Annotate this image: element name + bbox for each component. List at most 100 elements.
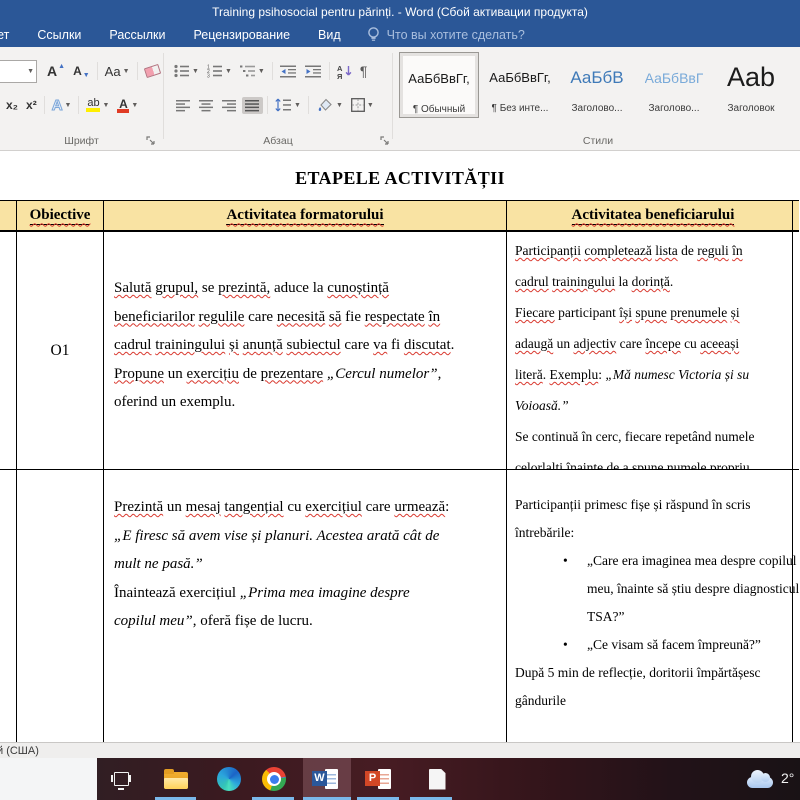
style-tile-3[interactable]: АаБбВЗаголово...: [561, 52, 633, 116]
increase-indent-button[interactable]: [302, 63, 325, 80]
style-label: Заголово...: [649, 103, 700, 114]
align-right-icon: [222, 99, 237, 112]
justify-button[interactable]: [242, 97, 263, 114]
borders-button[interactable]: ▼: [348, 96, 377, 114]
increase-indent-icon: [305, 65, 322, 78]
document-table: Obiective Activitatea formatorului Activ…: [0, 200, 800, 742]
table-header-cell-objective[interactable]: Obiective: [17, 200, 104, 232]
show-formatting-button[interactable]: ¶: [357, 61, 371, 81]
chevron-down-icon: ▼: [27, 68, 34, 75]
svg-text:3: 3: [207, 74, 210, 79]
borders-icon: [351, 98, 365, 112]
style-tile-2[interactable]: АаБбВвГг,¶ Без инте...: [484, 52, 556, 116]
ribbon-tab-4[interactable]: Рецензирование: [180, 23, 305, 47]
powerpoint-button[interactable]: P: [365, 767, 391, 791]
style-tile-4[interactable]: АаБбВвГЗаголово...: [638, 52, 710, 116]
subscript-button[interactable]: x₂: [3, 96, 21, 114]
paragraph-group-row1: ▼ 1 2 3 ▼ ▼: [170, 58, 371, 84]
ribbon-tab-2[interactable]: Ссылки: [23, 23, 95, 47]
table-cell-margin[interactable]: [0, 470, 17, 742]
highlight-swatch: [86, 108, 100, 112]
table-cell-beneficiar[interactable]: Participanții completează lista de regul…: [507, 232, 799, 470]
language-indicator[interactable]: й (США): [0, 745, 39, 757]
font-color-swatch: [117, 109, 129, 113]
chevron-down-icon: ▼: [225, 68, 232, 75]
edge-icon: [217, 767, 241, 791]
font-size-combobox[interactable]: ▼: [0, 60, 37, 83]
edge-button[interactable]: [216, 767, 242, 791]
bullet-list-icon: [174, 64, 190, 78]
styles-group-label: Стили: [396, 133, 800, 149]
highlight-color-button[interactable]: ab ▼: [83, 96, 112, 114]
word-icon: W: [312, 767, 338, 791]
table-cell-objective[interactable]: [17, 470, 104, 742]
table-cell-beneficiar[interactable]: Participanții primesc fișe și răspund în…: [507, 470, 799, 742]
document-icon: [429, 769, 446, 790]
paragraph-dialog-launcher[interactable]: [380, 136, 391, 147]
chevron-down-icon: ▼: [192, 68, 199, 75]
table-cell-margin[interactable]: [0, 232, 17, 470]
table-cell-formator[interactable]: Prezintă un mesaj tangențial cu exerciți…: [104, 470, 507, 742]
table-header-cell-empty[interactable]: [0, 200, 17, 232]
chevron-down-icon: ▼: [258, 68, 265, 75]
numbered-list-button[interactable]: 1 2 3 ▼: [204, 62, 235, 80]
word-button[interactable]: W: [312, 767, 338, 791]
grow-font-button[interactable]: A▲: [44, 61, 68, 81]
line-spacing-button[interactable]: ▼: [272, 96, 304, 114]
up-triangle-icon: ▲: [58, 63, 65, 70]
style-tile-1[interactable]: АаБбВвГг,¶ Обычный: [399, 52, 479, 118]
taskbar-search-box[interactable]: [0, 758, 97, 800]
style-sample: Aab: [727, 52, 775, 103]
file-explorer-button[interactable]: [163, 767, 189, 791]
style-label: ¶ Без инте...: [492, 103, 549, 114]
shrink-font-button[interactable]: A▼: [70, 62, 93, 80]
style-tile-5[interactable]: AabЗаголовок: [715, 52, 787, 116]
table-cell-formator[interactable]: Salută grupul, se prezintă, aduce la cun…: [104, 232, 507, 470]
align-left-button[interactable]: [173, 97, 194, 114]
style-label: ¶ Обычный: [413, 104, 465, 115]
align-right-button[interactable]: [219, 97, 240, 114]
ribbon-tab-3[interactable]: Рассылки: [95, 23, 179, 47]
shading-button[interactable]: ▼: [313, 96, 346, 114]
align-center-button[interactable]: [196, 97, 217, 114]
table-row: O1 Salută grupul, se prezintă, aduce la …: [0, 232, 800, 470]
weather-widget[interactable]: [747, 770, 773, 794]
multilevel-list-button[interactable]: ▼: [237, 62, 268, 80]
superscript-button[interactable]: x²: [23, 96, 40, 114]
font-group-row2: x₂ x² A▼ ab ▼ A ▼: [2, 92, 142, 118]
task-view-button[interactable]: [108, 767, 134, 791]
paint-bucket-icon: [316, 98, 334, 112]
decrease-indent-button[interactable]: [277, 63, 300, 80]
text-effects-button[interactable]: A▼: [49, 95, 75, 116]
document-page[interactable]: ETAPELE ACTIVITĂȚII Obiective Activitate…: [0, 151, 800, 742]
document-app-button[interactable]: [424, 767, 450, 791]
cloud-icon: [747, 777, 773, 788]
sort-button[interactable]: А Я: [334, 62, 355, 81]
font-dialog-launcher[interactable]: [146, 136, 157, 147]
paragraph-group-label: Абзац: [167, 133, 389, 149]
style-sample: АаБбВ: [570, 52, 623, 103]
ribbon-tab-1[interactable]: Макет: [0, 23, 23, 47]
table-cell-objective[interactable]: O1: [17, 232, 104, 470]
styles-gallery: АаБбВвГг,¶ ОбычныйАаБбВвГг,¶ Без инте...…: [399, 52, 800, 130]
font-color-button[interactable]: A ▼: [114, 96, 141, 115]
change-case-button[interactable]: Aa▼: [102, 62, 133, 81]
table-header-cell-beneficiar[interactable]: Activitatea beneficiarului: [507, 200, 799, 232]
table-header-cell-formator[interactable]: Activitatea formatorului: [104, 200, 507, 232]
chevron-down-icon: ▼: [123, 68, 130, 75]
ribbon-tabbar: МакетСсылкиРассылкиРецензированиеВид Что…: [0, 23, 800, 47]
style-sample: АаБбВвГг,: [489, 52, 550, 103]
style-label: Заголовок: [727, 103, 774, 114]
style-tile-6[interactable]: АаБПодзаг...: [792, 52, 800, 116]
chrome-icon: [262, 767, 286, 791]
clear-formatting-button[interactable]: [142, 64, 163, 78]
chevron-down-icon: ▼: [294, 102, 301, 109]
chevron-down-icon: ▼: [336, 102, 343, 109]
chevron-down-icon: ▼: [131, 102, 138, 109]
table-header-row: Obiective Activitatea formatorului Activ…: [0, 200, 800, 232]
bullet-list-button[interactable]: ▼: [171, 62, 202, 80]
tell-me[interactable]: Что вы хотите сделать?: [367, 27, 525, 43]
task-view-icon: [111, 771, 131, 788]
chrome-button[interactable]: [261, 767, 287, 791]
ribbon-tab-5[interactable]: Вид: [304, 23, 355, 47]
